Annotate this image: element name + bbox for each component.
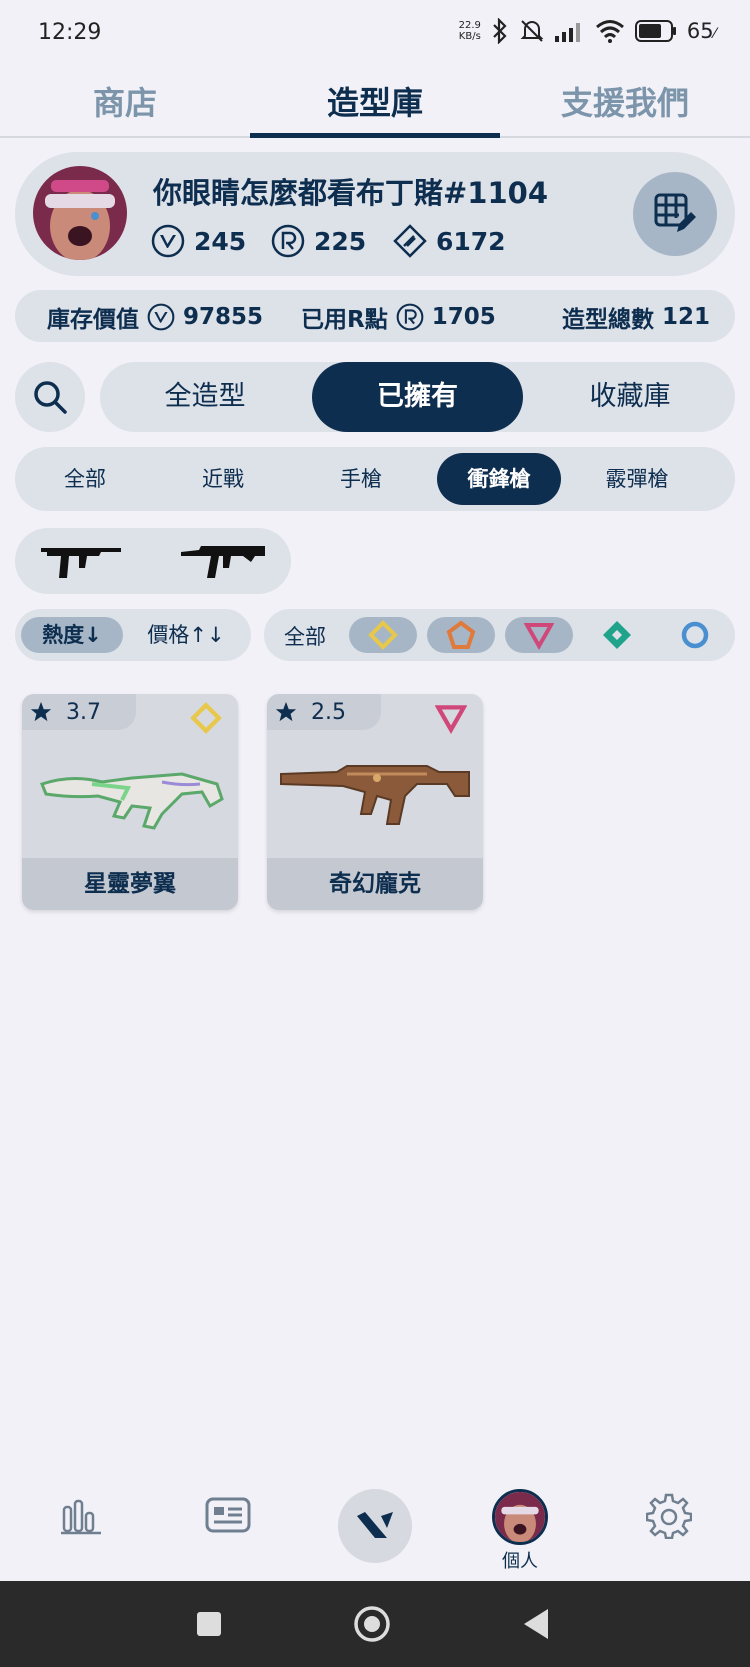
inventory-value-stat: 庫存價值 97855 bbox=[47, 303, 264, 333]
search-icon bbox=[34, 381, 67, 414]
status-time: 12:29 bbox=[38, 20, 102, 45]
bottom-nav: 個人 bbox=[0, 1475, 750, 1581]
category-all[interactable]: 全部 bbox=[23, 453, 147, 505]
stinger-icon[interactable] bbox=[39, 542, 125, 580]
weapon-category-tabs: 全部 近戰 手槍 衝鋒槍 霰彈槍 bbox=[15, 447, 735, 511]
category-shotgun[interactable]: 霰彈槍 bbox=[575, 453, 699, 505]
valorant-points-icon bbox=[147, 303, 175, 331]
avatar[interactable] bbox=[33, 166, 127, 260]
nav-news[interactable] bbox=[204, 1495, 252, 1535]
avatar-image bbox=[33, 166, 127, 260]
tab-indicator bbox=[250, 133, 500, 138]
valorant-logo-icon bbox=[357, 1512, 393, 1538]
radianite-icon bbox=[396, 303, 424, 331]
wifi-icon bbox=[595, 20, 624, 43]
sort-popularity[interactable]: 熱度↓ bbox=[21, 617, 123, 653]
sort-price[interactable]: 價格↑↓ bbox=[131, 617, 241, 653]
select-tier-icon bbox=[681, 621, 709, 649]
battery-percent: 65⁄ bbox=[686, 19, 716, 43]
home-button-bg bbox=[338, 1489, 412, 1563]
valorant-points-icon bbox=[151, 224, 185, 258]
category-smg[interactable]: 衝鋒槍 bbox=[437, 453, 561, 505]
gear-icon bbox=[646, 1493, 692, 1539]
deluxe-tier-icon bbox=[603, 621, 631, 649]
star-icon bbox=[275, 701, 297, 722]
tab-support[interactable]: 支援我們 bbox=[500, 78, 750, 124]
weapon-type-selector bbox=[15, 528, 291, 594]
edit-grid-icon bbox=[654, 193, 696, 232]
exclusive-tier-icon bbox=[190, 702, 222, 734]
username: 你眼睛怎麼都看布丁賭#1104 bbox=[153, 176, 549, 210]
star-icon bbox=[30, 701, 52, 722]
skin-image bbox=[40, 772, 224, 830]
news-icon bbox=[205, 1497, 251, 1533]
tier-filter-bar: 全部 bbox=[264, 609, 735, 661]
tier-ultra-chip[interactable] bbox=[427, 617, 495, 653]
tab-store[interactable]: 商店 bbox=[0, 78, 250, 124]
bluetooth-icon bbox=[493, 18, 507, 44]
skin-name: 奇幻龐克 bbox=[267, 858, 483, 910]
home-circle-icon[interactable] bbox=[353, 1605, 391, 1643]
rating-pill: 3.7 bbox=[22, 694, 136, 730]
profile-card: 你眼睛怎麼都看布丁賭#1104 245 225 6172 bbox=[15, 152, 735, 276]
valorant-points: 245 bbox=[151, 224, 246, 258]
premium-tier-icon bbox=[435, 705, 467, 734]
tab-collection[interactable]: 造型庫 bbox=[250, 78, 500, 124]
tier-all[interactable]: 全部 bbox=[284, 621, 326, 651]
skin-name: 星靈夢翼 bbox=[22, 858, 238, 910]
search-button[interactable] bbox=[15, 362, 85, 432]
system-nav-bar bbox=[0, 1581, 750, 1667]
nav-stats[interactable] bbox=[60, 1497, 102, 1535]
skin-card[interactable]: 2.5 奇幻龐克 bbox=[267, 694, 483, 910]
nav-settings[interactable] bbox=[646, 1493, 692, 1539]
recent-apps-icon[interactable] bbox=[196, 1611, 222, 1637]
nav-profile-label: 個人 bbox=[502, 1551, 538, 1572]
nav-home[interactable] bbox=[338, 1489, 412, 1563]
sort-bar: 熱度↓ 價格↑↓ bbox=[15, 609, 251, 661]
profile-avatar-image bbox=[495, 1492, 545, 1542]
filter-all-skins[interactable]: 全造型 bbox=[100, 362, 310, 432]
rating-pill: 2.5 bbox=[267, 694, 381, 730]
nav-profile[interactable]: 個人 bbox=[492, 1489, 548, 1573]
filter-owned[interactable]: 已擁有 bbox=[312, 362, 523, 432]
profile-avatar bbox=[492, 1489, 548, 1545]
kingdom-credits-icon bbox=[393, 224, 427, 258]
net-speed: 22.9 KB/s bbox=[458, 20, 481, 42]
exclusive-tier-icon bbox=[368, 620, 398, 650]
skin-image bbox=[280, 765, 470, 825]
category-melee[interactable]: 近戰 bbox=[161, 453, 285, 505]
category-pistol[interactable]: 手槍 bbox=[299, 453, 423, 505]
edit-grid-button[interactable] bbox=[633, 172, 717, 256]
tier-deluxe-chip[interactable] bbox=[583, 617, 651, 653]
ultra-tier-icon bbox=[446, 620, 476, 649]
ownership-filter-tabs: 全造型 已擁有 收藏庫 bbox=[100, 362, 735, 432]
radianite-points: 225 bbox=[271, 224, 366, 258]
back-triangle-icon[interactable] bbox=[522, 1607, 550, 1641]
tier-exclusive-chip[interactable] bbox=[349, 617, 417, 653]
premium-tier-icon bbox=[524, 623, 554, 650]
battery-icon bbox=[634, 20, 676, 42]
kingdom-credits: 6172 bbox=[393, 224, 506, 258]
radianite-icon bbox=[271, 224, 305, 258]
spectre-icon[interactable] bbox=[179, 542, 269, 580]
mute-bell-icon bbox=[520, 20, 544, 42]
total-skins-stat: 造型總數 121 bbox=[562, 304, 711, 333]
status-icons: 22.9 KB/s 65⁄ bbox=[459, 18, 716, 44]
tier-premium-chip[interactable] bbox=[505, 617, 573, 653]
inventory-stats-bar: 庫存價值 97855 已用R點 1705 造型總數 121 bbox=[15, 290, 735, 342]
filter-collection[interactable]: 收藏庫 bbox=[525, 362, 735, 432]
bar-chart-icon bbox=[61, 1499, 101, 1535]
tier-select-chip[interactable] bbox=[661, 617, 729, 653]
status-bar: 12:29 22.9 KB/s 65⁄ bbox=[0, 0, 750, 64]
signal-icon bbox=[554, 23, 580, 42]
skin-card[interactable]: 3.7 星靈夢翼 bbox=[22, 694, 238, 910]
used-r-points-stat: 已用R點 1705 bbox=[301, 303, 496, 333]
top-tab-bar: 商店 造型庫 支援我們 bbox=[0, 64, 750, 138]
